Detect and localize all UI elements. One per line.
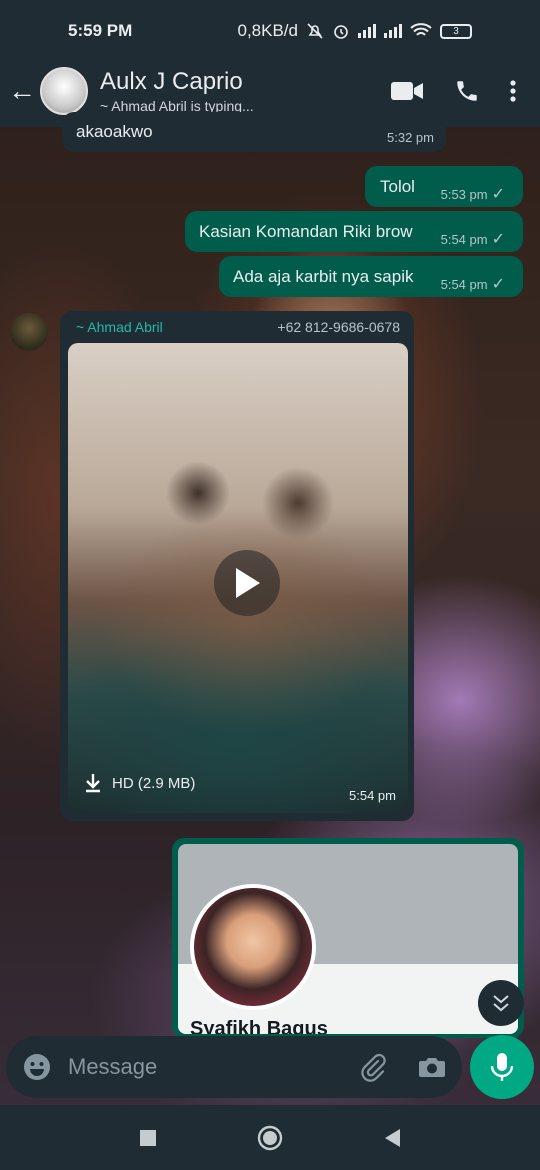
message-time: 5:54 pm: [440, 276, 488, 292]
wifi-icon: [410, 23, 432, 36]
battery-icon: 3: [440, 23, 472, 39]
message-bubble-incoming[interactable]: akaoakwo 5:32 pm: [62, 112, 446, 152]
check-icon: ✓: [491, 186, 505, 203]
back-arrow-icon[interactable]: ←: [8, 75, 40, 107]
mute-icon: [307, 23, 323, 39]
message-time: 5:53 pm: [440, 186, 488, 202]
contact-name: Syafikh Bagus: [190, 1018, 328, 1034]
contact-card-inner: Syafikh Bagus: [178, 844, 518, 1034]
play-icon[interactable]: [214, 550, 280, 616]
home-icon[interactable]: [257, 1125, 283, 1151]
emoji-icon[interactable]: [22, 1052, 52, 1082]
phone-icon[interactable]: [454, 78, 480, 104]
message-composer: Message: [6, 1036, 462, 1098]
video-thumbnail[interactable]: HD (2.9 MB) 5:54 pm: [68, 343, 408, 813]
signal-icon-2: [384, 24, 402, 38]
message-text: Ada aja karbit nya sapik: [233, 267, 414, 286]
net-speed: 0,8KB/d: [237, 21, 299, 40]
mic-button[interactable]: [470, 1035, 534, 1099]
message-bubble-outgoing[interactable]: Kasian Komandan Riki brow 5:54 pm ✓: [185, 211, 523, 252]
mic-icon: [490, 1053, 514, 1081]
message-time: 5:54 pm: [349, 788, 396, 803]
scroll-to-bottom-button[interactable]: [478, 980, 524, 1026]
video-call-icon[interactable]: [390, 80, 424, 102]
attach-icon[interactable]: [358, 1052, 388, 1082]
system-nav-bar: [0, 1105, 540, 1170]
message-input[interactable]: Message: [68, 1054, 358, 1080]
back-nav-icon[interactable]: [383, 1128, 401, 1148]
sender-name[interactable]: ~ Ahmad Abril: [76, 319, 163, 335]
message-bubble-outgoing[interactable]: Ada aja karbit nya sapik 5:54 pm ✓: [219, 256, 523, 297]
video-message[interactable]: ~ Ahmad Abril +62 812-9686-0678 HD (2.9 …: [60, 311, 414, 821]
alarm-icon: [334, 25, 348, 39]
sender-avatar[interactable]: [10, 313, 48, 351]
more-icon[interactable]: [510, 79, 516, 103]
check-icon: ✓: [491, 231, 505, 248]
contact-message[interactable]: Syafikh Bagus: [172, 838, 524, 1038]
status-right: 0,8KB/d 3: [237, 21, 472, 41]
message-text: Kasian Komandan Riki brow: [199, 222, 413, 241]
recents-icon[interactable]: [139, 1129, 157, 1147]
contact-avatar[interactable]: [190, 884, 316, 1010]
download-icon: [86, 774, 100, 793]
message-time: 5:32 pm: [387, 130, 434, 145]
status-time: 5:59 PM: [68, 21, 133, 40]
composer-actions: [358, 1052, 446, 1082]
chat-title: Aulx J Caprio: [100, 68, 243, 95]
message-text: akaoakwo: [76, 122, 153, 141]
group-avatar[interactable]: [40, 67, 88, 115]
video-quality: HD (2.9 MB): [112, 774, 196, 792]
message-meta: 5:54 pm ✓: [441, 274, 505, 294]
double-chevron-down-icon: [493, 995, 509, 1012]
signal-icon: [358, 24, 376, 38]
chat-titles[interactable]: Aulx J Caprio ~ Ahmad Abril is typing...: [100, 68, 254, 114]
download-button[interactable]: HD (2.9 MB): [84, 773, 195, 793]
camera-icon[interactable]: [418, 1055, 446, 1079]
message-meta: 5:53 pm ✓: [441, 184, 505, 204]
check-icon: ✓: [491, 276, 505, 293]
message-time: 5:54 pm: [440, 231, 488, 247]
message-bubble-outgoing[interactable]: Tolol 5:53 pm ✓: [365, 166, 523, 207]
status-bar: 5:59 PM 0,8KB/d 3: [0, 0, 540, 62]
header-actions: [390, 78, 540, 104]
message-text: Tolol: [380, 177, 415, 196]
message-meta: 5:54 pm ✓: [441, 229, 505, 249]
sender-phone: +62 812-9686-0678: [277, 319, 400, 335]
